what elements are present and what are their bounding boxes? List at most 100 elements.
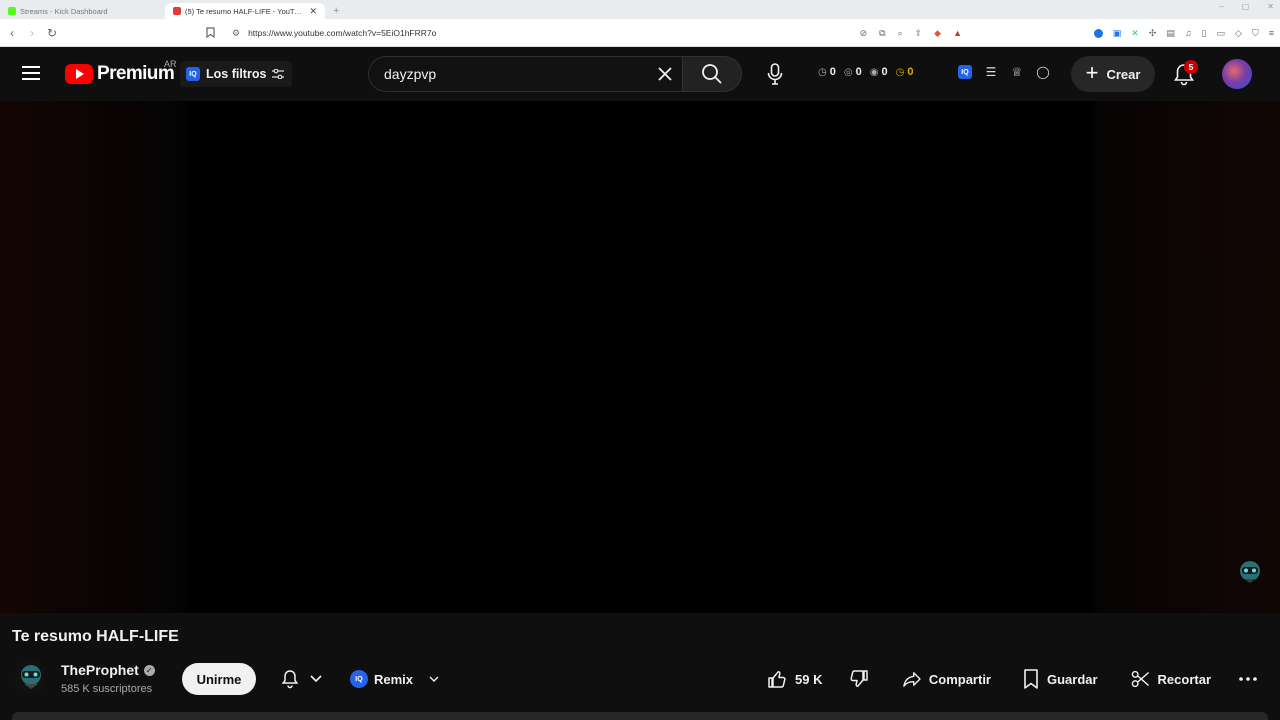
- iq-extension-icon[interactable]: IQ: [958, 65, 972, 79]
- window-controls: – ▢ ✕: [1219, 2, 1274, 11]
- filters-label: Los filtros: [206, 67, 267, 81]
- dislike-button[interactable]: [839, 669, 879, 689]
- music-icon[interactable]: ♫: [1185, 28, 1192, 38]
- sliders-icon: [272, 69, 285, 79]
- chevron-down-icon: [310, 675, 322, 683]
- kick-favicon-icon: [8, 7, 16, 15]
- url-text: https://www.youtube.com/watch?v=5EiO1hFR…: [248, 28, 437, 38]
- minimize-icon[interactable]: –: [1219, 2, 1223, 11]
- create-button[interactable]: + Crear: [1071, 56, 1155, 92]
- extension-icon[interactable]: ▤: [1166, 28, 1175, 39]
- maximize-icon[interactable]: ▢: [1242, 2, 1250, 11]
- voice-search-button[interactable]: [756, 56, 794, 92]
- verified-icon: ✓: [143, 664, 155, 676]
- channel-name[interactable]: TheProphet ✓: [61, 662, 155, 678]
- hamburger-menu-icon[interactable]: [22, 66, 40, 80]
- open-external-icon[interactable]: ⧉: [879, 28, 885, 39]
- menu-icon[interactable]: ≡: [1269, 28, 1274, 38]
- extension-icon[interactable]: ✕: [1131, 28, 1139, 39]
- counter-views[interactable]: ◎ 0: [844, 66, 862, 78]
- eye-icon: ◉: [869, 66, 879, 78]
- masthead-extension-icons: IQ ☰ ♕ ◯: [958, 65, 1050, 79]
- search-icon: [702, 64, 722, 84]
- tab-title: (5) Te resumo HALF-LIFE - YouTube: [185, 6, 306, 16]
- clip-button[interactable]: Recortar: [1121, 663, 1221, 695]
- youtube-play-icon: [65, 64, 93, 84]
- clear-search-icon[interactable]: [654, 63, 676, 85]
- browser-tab-bar: Streams - Kick Dashboard (5) Te resumo H…: [0, 0, 1280, 19]
- search-button[interactable]: [682, 56, 742, 92]
- extension-icons: ▣ ✕ ✣ ▤ ♫ ▯ ▭ ◇ ⛉ ≡: [1093, 24, 1274, 42]
- save-label: Guardar: [1047, 671, 1098, 687]
- clip-label: Recortar: [1157, 671, 1211, 687]
- search-input[interactable]: [384, 66, 644, 82]
- remix-button[interactable]: IQ Remix: [344, 663, 444, 695]
- brave-shield-icon[interactable]: ◆: [934, 28, 941, 39]
- trophy-icon[interactable]: ♕: [1010, 65, 1024, 79]
- back-icon[interactable]: ‹: [2, 26, 22, 40]
- translate-icon[interactable]: ▣: [1113, 28, 1122, 39]
- counter-timer[interactable]: ◷ 0: [896, 66, 914, 78]
- sidebar-icon[interactable]: ▯: [1202, 28, 1207, 39]
- youtube-masthead: Premium AR IQ Los filtros ◷ 0 ◎ 0 ◉ 0: [0, 47, 1280, 101]
- country-code: AR: [164, 59, 177, 69]
- video-player[interactable]: [0, 101, 1280, 613]
- search-box: [368, 56, 682, 92]
- counter-value: 0: [907, 66, 914, 78]
- share-icon: [903, 672, 921, 687]
- share-page-icon[interactable]: ⇪: [915, 28, 923, 39]
- channel-name-text: TheProphet: [61, 662, 139, 678]
- counter-watched[interactable]: ◉ 0: [870, 66, 888, 78]
- tab-title: Streams - Kick Dashboard: [20, 6, 108, 16]
- bookmark-icon[interactable]: [206, 27, 226, 38]
- site-info-icon[interactable]: ⚙: [232, 28, 240, 39]
- subscription-bell-button[interactable]: [268, 663, 334, 695]
- counter-value: 0: [855, 66, 862, 78]
- filters-button[interactable]: IQ Los filtros: [180, 61, 292, 87]
- puzzle-icon[interactable]: ✣: [1149, 28, 1157, 39]
- like-dislike-group: 59 K: [757, 663, 881, 695]
- notification-count-badge: 5: [1184, 60, 1198, 74]
- channel-watermark-icon[interactable]: [1236, 558, 1264, 586]
- eye-off-icon[interactable]: ⊘: [860, 28, 868, 39]
- extension-icon[interactable]: ◇: [1235, 28, 1242, 39]
- wallet-icon[interactable]: ▭: [1217, 28, 1226, 39]
- share-button[interactable]: Compartir: [893, 663, 1001, 695]
- scissors-icon: [1131, 670, 1150, 688]
- forward-icon[interactable]: ›: [22, 26, 42, 40]
- youtube-logo[interactable]: Premium: [65, 63, 175, 85]
- chat-icon[interactable]: ◯: [1036, 65, 1050, 79]
- more-actions-button[interactable]: [1232, 663, 1264, 695]
- create-label: Crear: [1106, 66, 1141, 82]
- channel-avatar[interactable]: [14, 660, 48, 694]
- thumbs-up-icon: [768, 670, 786, 688]
- counter-clock[interactable]: ◷ 0: [818, 66, 836, 78]
- extension-counters: ◷ 0 ◎ 0 ◉ 0 ◷ 0: [818, 66, 913, 78]
- list-icon[interactable]: ☰: [984, 65, 998, 79]
- close-icon[interactable]: ✕: [309, 6, 317, 17]
- zoom-icon[interactable]: ⌕: [898, 28, 903, 39]
- save-button[interactable]: Guardar: [1013, 663, 1113, 695]
- browser-address-bar: ‹ › ↻ ⚙ https://www.youtube.com/watch?v=…: [0, 19, 1280, 47]
- url-field[interactable]: ⚙ https://www.youtube.com/watch?v=5EiO1h…: [232, 24, 962, 42]
- extension-icon[interactable]: [1093, 28, 1103, 38]
- vpn-icon[interactable]: ⛉: [1252, 28, 1259, 39]
- chevron-down-icon: [429, 676, 439, 682]
- browser-tab-kick[interactable]: Streams - Kick Dashboard: [0, 3, 165, 19]
- new-tab-button[interactable]: +: [333, 5, 339, 17]
- reload-icon[interactable]: ↻: [42, 26, 62, 40]
- join-button[interactable]: Unirme: [182, 663, 256, 695]
- logo-text: Premium: [97, 63, 175, 84]
- iq-extension-icon: IQ: [350, 670, 368, 688]
- bookmark-icon: [1024, 669, 1038, 689]
- like-count: 59 K: [795, 671, 823, 687]
- account-avatar[interactable]: [1222, 59, 1252, 89]
- video-title: Te resumo HALF-LIFE: [12, 628, 179, 645]
- counter-value: 0: [829, 66, 836, 78]
- description-panel[interactable]: [12, 712, 1268, 720]
- browser-tab-youtube[interactable]: (5) Te resumo HALF-LIFE - YouTube ✕: [165, 3, 325, 19]
- like-button[interactable]: 59 K: [757, 669, 839, 689]
- share-label: Compartir: [928, 671, 991, 687]
- close-window-icon[interactable]: ✕: [1267, 2, 1274, 11]
- brave-rewards-icon[interactable]: ▲: [953, 28, 962, 39]
